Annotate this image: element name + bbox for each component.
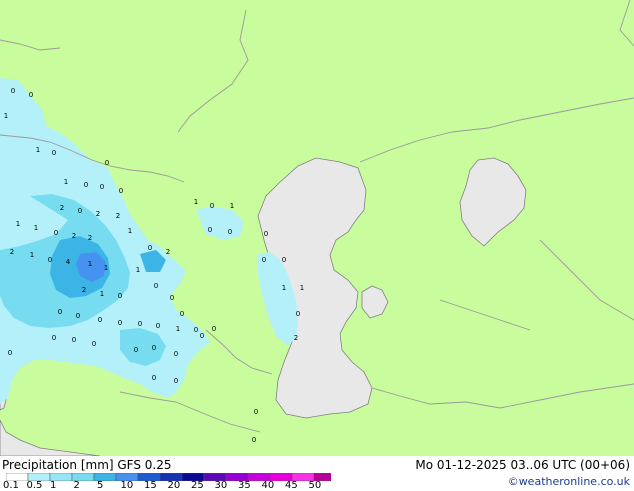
precip-value-label: 0: [78, 207, 82, 215]
precip-value-label: 1: [36, 146, 40, 154]
precip-value-label: 0: [29, 91, 33, 99]
precip-value-label: 0: [296, 310, 300, 318]
precip-value-label: 1: [176, 325, 180, 333]
precip-value-label: 2: [72, 232, 76, 240]
precip-value-label: 0: [208, 226, 212, 234]
precip-value-label: 0: [76, 312, 80, 320]
precip-value-label: 1: [30, 251, 34, 259]
precip-value-label: 0: [152, 374, 156, 382]
precip-value-label: 0: [8, 349, 12, 357]
precip-value-label: 0: [52, 149, 56, 157]
precip-value-label: 1: [104, 264, 108, 272]
precip-value-label: 1: [128, 227, 132, 235]
precip-value-label: 2: [96, 210, 100, 218]
precip-value-label: 0: [170, 294, 174, 302]
precip-value-label: 0: [194, 326, 198, 334]
precip-value-label: 0: [100, 183, 104, 191]
precip-value-label: 2: [60, 204, 64, 212]
precip-value-label: 0: [254, 408, 258, 416]
precip-value-label: 0: [174, 377, 178, 385]
precip-value-label: 1: [16, 220, 20, 228]
precip-value-label: 1: [282, 284, 286, 292]
precip-value-label: 4: [66, 258, 71, 266]
precip-value-label: 0: [174, 350, 178, 358]
precip-value-label: 2: [82, 286, 86, 294]
credit-link[interactable]: ©weatheronline.co.uk: [508, 475, 630, 489]
precip-value-label: 0: [119, 187, 123, 195]
precip-value-label: 0: [154, 282, 158, 290]
precip-value-label: 0: [210, 202, 214, 210]
precip-value-label: 0: [11, 87, 15, 95]
precip-value-label: 0: [84, 181, 88, 189]
precip-value-label: 2: [166, 248, 170, 256]
precip-value-label: 0: [282, 256, 286, 264]
precip-value-label: 1: [34, 224, 38, 232]
precip-value-label: 0: [105, 159, 109, 167]
precip-value-label: 1: [64, 178, 68, 186]
precip-value-label: 0: [212, 325, 216, 333]
precip-value-label: 0: [152, 344, 156, 352]
precip-value-label: 0: [156, 322, 160, 330]
precip-value-label: 0: [252, 436, 256, 444]
precip-value-label: 1: [194, 198, 198, 206]
precip-value-label: 0: [262, 256, 266, 264]
precip-value-label: 0: [118, 319, 122, 327]
precip-value-label: 1: [230, 202, 234, 210]
precip-value-label: 0: [98, 316, 102, 324]
precip-value-label: 0: [148, 244, 152, 252]
precip-value-label: 1: [100, 290, 104, 298]
precip-value-label: 0: [58, 308, 62, 316]
precip-value-label: 0: [228, 228, 232, 236]
map-footer: Precipitation [mm] GFS 0.25 Mo 01-12-202…: [0, 456, 634, 491]
precip-value-label: 1: [88, 260, 92, 268]
precip-value-label: 0: [52, 334, 56, 342]
precip-value-label: 0: [72, 336, 76, 344]
precip-value-label: 0: [134, 346, 138, 354]
precip-value-label: 2: [10, 248, 14, 256]
precip-value-label: 2: [88, 234, 92, 242]
precip-value-label: 0: [118, 292, 122, 300]
precipitation-map: 0011000110020221102210221041121000000010…: [0, 0, 634, 456]
precip-value-label: 2: [116, 212, 120, 220]
precip-value-label: 1: [4, 112, 8, 120]
precip-value-label: 0: [48, 256, 52, 264]
precip-value-label: 0: [54, 229, 58, 237]
precip-value-label: 0: [92, 340, 96, 348]
map-title: Precipitation [mm] GFS 0.25: [2, 458, 172, 472]
precip-value-label: 1: [136, 266, 140, 274]
precip-value-label: 0: [180, 310, 184, 318]
precip-value-label: 0: [138, 320, 142, 328]
run-time: Mo 01-12-2025 03..06 UTC (00+06): [415, 458, 630, 472]
precip-value-label: 0: [200, 332, 204, 340]
precip-value-label: 1: [300, 284, 304, 292]
precip-value-label: 2: [294, 334, 298, 342]
precip-value-label: 0: [264, 230, 268, 238]
